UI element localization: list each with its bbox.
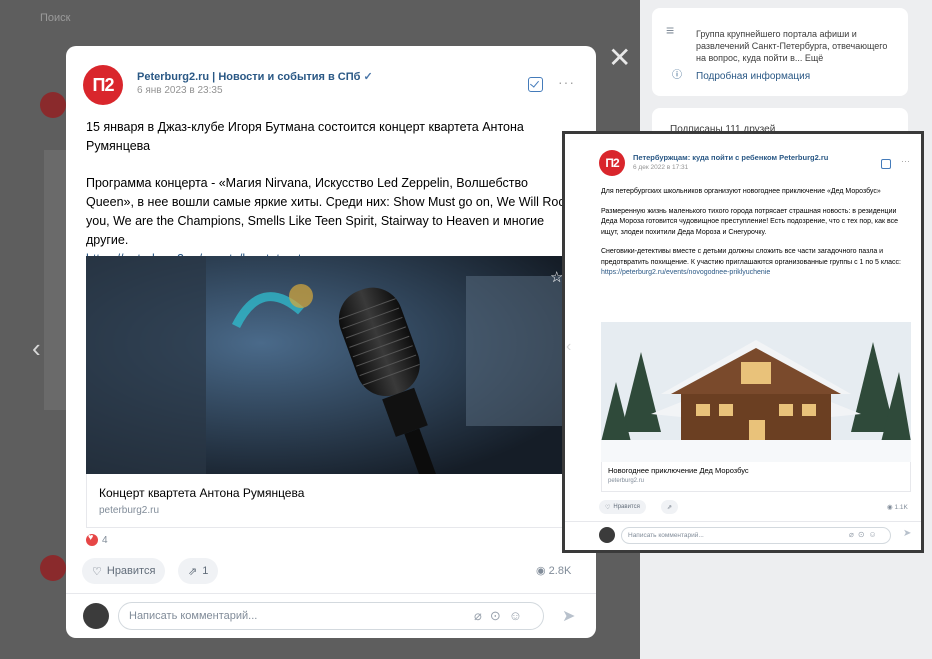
comment-placeholder: Написать комментарий... — [129, 610, 258, 622]
second-comment-placeholder: Написать комментарий... — [628, 532, 704, 539]
second-post-paragraph: Снеговики-детективы вместе с детьми долж… — [601, 247, 911, 279]
previous-arrow-icon-small[interactable]: ‹ — [566, 338, 571, 356]
winter-house-illustration — [601, 322, 911, 462]
second-views-count: 1.1K — [894, 504, 908, 511]
post-text-paragraph: Программа концерта - «Магия Nirvana, Иск… — [86, 174, 576, 269]
second-like-label: Нравится — [613, 504, 640, 510]
bookmark-icon[interactable] — [881, 159, 891, 169]
bookmark-icon[interactable] — [528, 77, 543, 92]
second-post: П2 Петербуржцам: куда пойти с ребенком P… — [562, 131, 924, 553]
camera-icon[interactable]: ⊙ — [858, 530, 865, 539]
info-circle-icon: ⓘ — [672, 70, 682, 81]
attach-icon[interactable]: ⌀ — [474, 608, 482, 624]
divider — [565, 521, 921, 522]
info-lines-icon: ≡ — [666, 22, 675, 38]
post-text: 15 января в Джаз-клубе Игоря Бутмана сос… — [86, 118, 576, 269]
more-info-link[interactable]: Подробная информация — [696, 71, 810, 83]
heart-reaction-icon — [86, 532, 98, 546]
reactions-summary[interactable]: 4 — [86, 532, 108, 546]
camera-icon[interactable]: ⊙ — [490, 608, 501, 624]
divider — [66, 593, 596, 594]
post-photo-microphone[interactable] — [86, 256, 586, 474]
heart-outline-icon: ♡ — [605, 504, 611, 511]
group-info-card: ≡ Группа крупнейшего портала афиши и раз… — [652, 8, 908, 96]
like-button[interactable]: ♡ Нравится — [82, 558, 166, 584]
group-info-text: Группа крупнейшего портала афиши и развл… — [696, 29, 888, 63]
second-post-avatar[interactable]: П2 — [599, 150, 625, 176]
current-user-avatar — [83, 603, 109, 629]
attach-icon[interactable]: ⌀ — [849, 530, 854, 539]
more-options-icon[interactable]: ··· — [901, 156, 910, 166]
emoji-icon[interactable]: ☺ — [509, 608, 522, 624]
share-count: 1 — [202, 565, 209, 577]
post-text-program: Программа концерта - «Магия Nirvana, Иск… — [86, 176, 571, 247]
more-options-icon[interactable]: ··· — [558, 74, 575, 90]
microphone-photo-illustration — [86, 256, 586, 474]
like-label: Нравится — [106, 565, 156, 577]
views-counter: ◉ 2.8K — [536, 564, 571, 577]
send-icon[interactable]: ➤ — [903, 528, 911, 539]
second-post-date[interactable]: 6 дек 2022 в 17:31 — [633, 164, 688, 171]
heart-outline-icon: ♡ — [92, 565, 102, 578]
post-text-paragraph: 15 января в Джаз-клубе Игоря Бутмана сос… — [86, 120, 524, 153]
background-post-fragment — [44, 150, 66, 410]
comment-tools: ⌀ ⊙ ☺ — [474, 608, 522, 624]
second-views-counter: ◉ 1.1K — [887, 503, 908, 511]
send-icon[interactable]: ➤ — [562, 606, 575, 626]
share-button[interactable]: ⇗ 1 — [178, 558, 219, 584]
second-post-photo-house[interactable] — [601, 322, 911, 462]
reactions-count: 4 — [102, 534, 108, 546]
second-link-preview[interactable]: Новогоднее приключение Дед Морозбус pete… — [601, 462, 911, 492]
second-link-domain: peterburg2.ru — [608, 478, 645, 484]
second-link-title[interactable]: Новогоднее приключение Дед Морозбус — [608, 466, 749, 475]
post-author[interactable]: Peterburg2.ru | Новости и события в СПб ✓ — [137, 70, 373, 83]
eye-icon: ◉ — [536, 565, 546, 577]
background-avatar — [40, 555, 66, 581]
second-post-link[interactable]: https://peterburg2.ru/events/novogodnee-… — [601, 269, 770, 276]
community-avatar[interactable]: П2 — [83, 65, 123, 105]
eye-icon: ◉ — [887, 504, 893, 511]
second-post-paragraph: Размеренную жизнь маленького тихого горо… — [601, 207, 899, 236]
background-search-label: Поиск — [40, 12, 71, 24]
second-post-author[interactable]: Петербуржцам: куда пойти с ребенком Pete… — [633, 153, 828, 162]
link-preview-title[interactable]: Концерт квартета Антона Румянцева — [99, 486, 304, 500]
link-preview-domain: peterburg2.ru — [99, 505, 160, 516]
second-post-paragraph-text: Снеговики-детективы вместе с детьми долж… — [601, 248, 901, 266]
previous-arrow-icon[interactable]: ‹ — [32, 333, 41, 364]
second-comment-tools: ⌀ ⊙ ☺ — [849, 530, 877, 539]
background-avatar — [40, 92, 66, 118]
emoji-icon[interactable]: ☺ — [869, 530, 877, 539]
current-user-avatar — [599, 527, 615, 543]
second-like-button[interactable]: ♡ Нравится — [599, 500, 646, 514]
second-post-paragraph: Для петербургских школьников организуют … — [601, 188, 881, 195]
share-arrow-icon: ⇗ — [188, 565, 198, 578]
verified-icon: ✓ — [363, 71, 373, 83]
second-post-text: Для петербургских школьников организуют … — [601, 187, 911, 288]
post-author-name[interactable]: Peterburg2.ru | Новости и события в СПб — [137, 71, 360, 83]
post-modal: П2 Peterburg2.ru | Новости и события в С… — [66, 46, 596, 638]
views-count: 2.8K — [548, 565, 572, 577]
second-share-button[interactable]: ⇗ — [661, 500, 679, 514]
post-date[interactable]: 6 янв 2023 в 23:35 — [137, 85, 223, 96]
link-preview[interactable]: Концерт квартета Антона Румянцева peterb… — [86, 474, 586, 528]
share-arrow-icon: ⇗ — [667, 504, 673, 511]
close-icon[interactable]: ✕ — [608, 44, 631, 72]
